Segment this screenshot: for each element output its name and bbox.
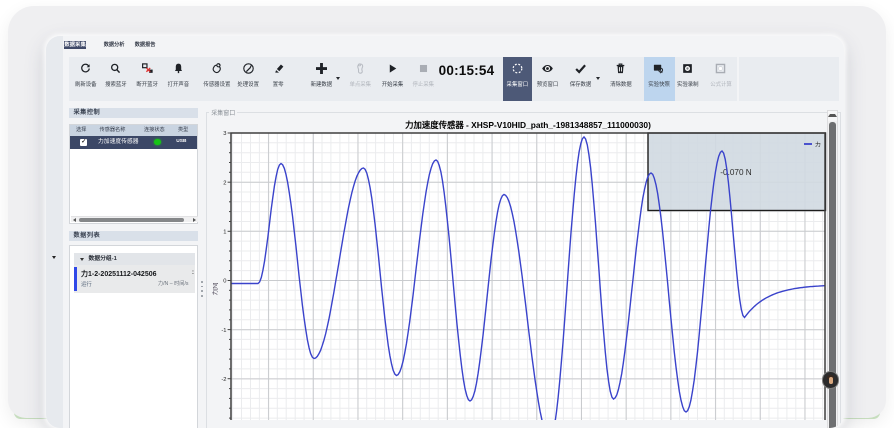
svg-text:力: 力 bbox=[815, 141, 821, 149]
svg-text:1: 1 bbox=[223, 229, 226, 235]
svg-text:-0.070 N: -0.070 N bbox=[720, 168, 751, 177]
svg-text:力[N]: 力[N] bbox=[211, 282, 219, 295]
svg-text:-1: -1 bbox=[221, 328, 226, 334]
svg-text:3: 3 bbox=[223, 131, 226, 137]
svg-text:-2: -2 bbox=[221, 377, 226, 383]
svg-text:0: 0 bbox=[223, 279, 226, 285]
svg-text:2: 2 bbox=[223, 180, 226, 186]
